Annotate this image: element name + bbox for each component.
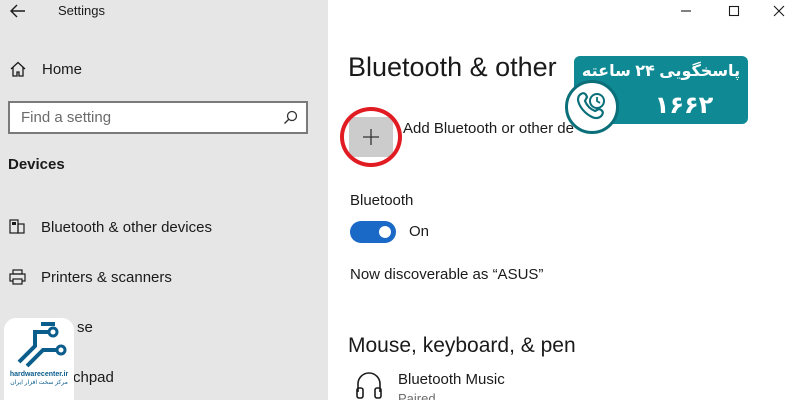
page-title: Bluetooth & other — [348, 52, 557, 82]
toggle-knob — [379, 226, 391, 238]
app-title: Settings — [58, 3, 105, 18]
maximize-icon — [728, 5, 740, 17]
sidebar-item-label: Printers & scanners — [41, 268, 172, 286]
device-item[interactable]: Bluetooth Music Paired — [355, 370, 505, 400]
sidebar-item-label: Bluetooth & other devices — [41, 218, 212, 236]
hardwarecenter-logo: hardwarecenter.ir مرکز سخت افزار ایران — [4, 318, 74, 400]
sidebar-item-bluetooth[interactable]: Bluetooth & other devices — [8, 215, 212, 239]
sidebar-item-label: se — [77, 318, 93, 336]
home-label: Home — [42, 60, 83, 78]
bluetooth-state: On — [409, 223, 430, 240]
search-icon[interactable] — [282, 110, 298, 126]
bluetooth-toggle[interactable] — [350, 221, 396, 243]
highlight-circle — [340, 107, 402, 167]
search-input[interactable]: Find a setting — [8, 101, 308, 134]
sidebar-section-devices: Devices — [8, 156, 65, 173]
headphones-icon — [355, 370, 383, 400]
minimize-button[interactable] — [663, 0, 709, 22]
section-title-mouse: Mouse, keyboard, & pen — [348, 334, 576, 357]
bluetooth-devices-icon — [8, 218, 26, 236]
badge-number: ۱۶۶۲ — [654, 91, 714, 119]
sidebar-item-printers[interactable]: Printers & scanners — [8, 265, 172, 289]
close-button[interactable] — [756, 0, 800, 22]
device-name: Bluetooth Music — [398, 371, 505, 388]
close-icon — [773, 5, 785, 17]
device-status: Paired — [398, 391, 436, 400]
logo-text: hardwarecenter.ir — [9, 371, 69, 378]
printer-icon — [8, 268, 26, 286]
bluetooth-label: Bluetooth — [350, 192, 414, 209]
minimize-icon — [681, 10, 691, 12]
home-icon — [8, 59, 28, 79]
add-device-label[interactable]: Add Bluetooth or other de — [403, 120, 574, 137]
discoverable-text: Now discoverable as “ASUS” — [350, 266, 544, 283]
back-arrow-icon[interactable] — [6, 0, 30, 22]
sidebar-item-label: chpad — [73, 368, 114, 386]
circuit-logo-icon — [17, 322, 67, 368]
logo-subtext: مرکز سخت افزار ایران — [10, 380, 68, 386]
phone-clock-icon — [565, 80, 619, 134]
maximize-button[interactable] — [711, 0, 757, 22]
sidebar-home[interactable]: Home — [8, 56, 82, 82]
search-placeholder: Find a setting — [21, 109, 112, 126]
